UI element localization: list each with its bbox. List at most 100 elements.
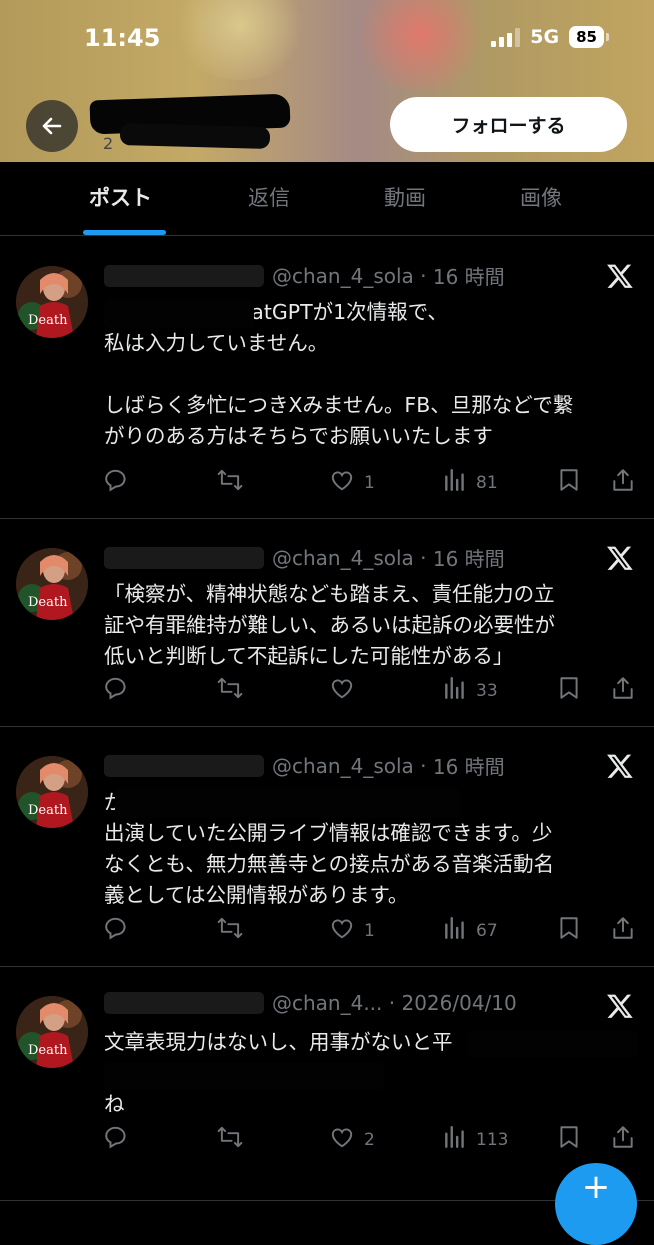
battery-indicator: 85 (569, 26, 609, 48)
view-count: 113 (476, 1129, 509, 1150)
bookmark-icon (556, 675, 582, 706)
network-type: 5G (530, 26, 560, 48)
views-button[interactable]: 81 (442, 467, 498, 498)
like-count: 2 (364, 1129, 375, 1150)
post-item[interactable]: Death @chan_4_sola · 16 時間 が無力無善寺で 出演してい… (0, 726, 654, 967)
post-header: @chan_4_sola · 16 時間 (104, 543, 505, 572)
status-time: 11:45 (84, 24, 161, 52)
post-time[interactable]: 16 時間 (433, 261, 505, 290)
view-count: 67 (476, 920, 498, 941)
redacted-text (104, 1062, 384, 1090)
share-icon (610, 1124, 636, 1155)
post-time[interactable]: 16 時間 (433, 543, 505, 572)
bookmark-icon (556, 467, 582, 498)
arrow-left-icon (42, 117, 62, 135)
reply-icon (104, 467, 130, 498)
share-button[interactable] (610, 915, 636, 946)
x-logo-icon (606, 752, 634, 784)
author-handle[interactable]: @chan_4_sola (272, 264, 414, 288)
svg-text:Death: Death (28, 1043, 68, 1058)
reply-button[interactable] (104, 675, 130, 706)
repost-button[interactable] (216, 675, 244, 706)
post-actions: 1 81 (104, 467, 634, 497)
post-actions: 33 (104, 675, 634, 705)
repost-button[interactable] (216, 1124, 244, 1155)
bookmark-icon (556, 915, 582, 946)
bookmark-button[interactable] (556, 467, 582, 498)
profile-tabs: ポスト 返信 動画 画像 (0, 162, 654, 236)
repost-icon (216, 675, 244, 706)
svg-text:Death: Death (28, 595, 68, 610)
bookmark-button[interactable] (556, 915, 582, 946)
share-icon (610, 467, 636, 498)
repost-button[interactable] (216, 467, 244, 498)
share-button[interactable] (610, 1124, 636, 1155)
post-actions: 2 113 (104, 1124, 634, 1154)
author-avatar[interactable]: Death (16, 996, 88, 1068)
post-time[interactable]: 16 時間 (433, 751, 505, 780)
redacted-text (115, 788, 460, 818)
separator-dot: · (413, 263, 433, 288)
author-avatar[interactable]: Death (16, 266, 88, 338)
share-button[interactable] (610, 675, 636, 706)
tab-replies[interactable]: 返信 (248, 182, 290, 212)
author-handle[interactable]: @chan_4_sola (272, 546, 414, 570)
x-logo-icon (606, 262, 634, 294)
author-handle[interactable]: @chan_4... (272, 991, 382, 1015)
heart-icon (328, 915, 356, 946)
post-text: 「検察が、精神状態なども踏まえ、責任能力の立 証や有罪維持が難しい、あるいは起訴… (104, 582, 555, 668)
follow-button[interactable]: フォローする (390, 97, 627, 152)
author-avatar[interactable]: Death (16, 756, 88, 828)
profile-header-banner: 11:45 5G 85 2 フォローする (0, 0, 654, 162)
like-button[interactable] (328, 675, 364, 706)
svg-text:Death: Death (28, 313, 68, 328)
separator-dot: · (413, 545, 433, 570)
tab-images[interactable]: 画像 (520, 182, 562, 212)
reply-icon (104, 675, 130, 706)
repost-button[interactable] (216, 915, 244, 946)
share-button[interactable] (610, 467, 636, 498)
like-count: 1 (364, 920, 375, 941)
reply-button[interactable] (104, 1124, 130, 1155)
views-button[interactable]: 67 (442, 915, 498, 946)
heart-icon (328, 675, 356, 706)
redacted-author-name (104, 992, 264, 1014)
like-count: 1 (364, 472, 375, 493)
reply-button[interactable] (104, 915, 130, 946)
analytics-icon (442, 675, 468, 706)
analytics-icon (442, 1124, 468, 1155)
post-time[interactable]: 2026/04/10 (401, 991, 516, 1015)
share-icon (610, 915, 636, 946)
like-button[interactable]: 1 (328, 467, 375, 498)
redacted-text (468, 1030, 638, 1058)
post-item[interactable]: Death @chan_4_sola · 16 時間 での個人名はchatGPT… (0, 236, 654, 519)
plus-icon: + (581, 1167, 611, 1207)
like-button[interactable]: 2 (328, 1124, 375, 1155)
cellular-signal-icon (491, 27, 521, 47)
post-item[interactable]: Death @chan_4... · 2026/04/10 文章表現力はないし、… (0, 966, 654, 1201)
redacted-author-name (104, 264, 264, 287)
repost-icon (216, 915, 244, 946)
views-button[interactable]: 33 (442, 675, 498, 706)
svg-text:Death: Death (28, 803, 68, 818)
tab-posts[interactable]: ポスト (89, 182, 152, 212)
back-button[interactable] (26, 100, 78, 152)
redacted-author-name (104, 546, 264, 569)
separator-dot: · (382, 991, 402, 1015)
post-item[interactable]: Death @chan_4_sola · 16 時間 「検察が、精神状態なども踏… (0, 518, 654, 727)
repost-icon (216, 467, 244, 498)
x-logo-icon (606, 544, 634, 576)
profile-subtitle-fragment: 2 (103, 134, 114, 153)
reply-button[interactable] (104, 467, 130, 498)
bookmark-button[interactable] (556, 1124, 582, 1155)
like-button[interactable]: 1 (328, 915, 375, 946)
compose-post-button[interactable]: + (555, 1163, 637, 1245)
tab-videos[interactable]: 動画 (384, 182, 426, 212)
heart-icon (328, 1124, 356, 1155)
views-button[interactable]: 113 (442, 1124, 508, 1155)
author-handle[interactable]: @chan_4_sola (272, 754, 414, 778)
bookmark-button[interactable] (556, 675, 582, 706)
separator-dot: · (413, 753, 433, 778)
author-avatar[interactable]: Death (16, 548, 88, 620)
post-header: @chan_4... · 2026/04/10 (104, 991, 517, 1015)
